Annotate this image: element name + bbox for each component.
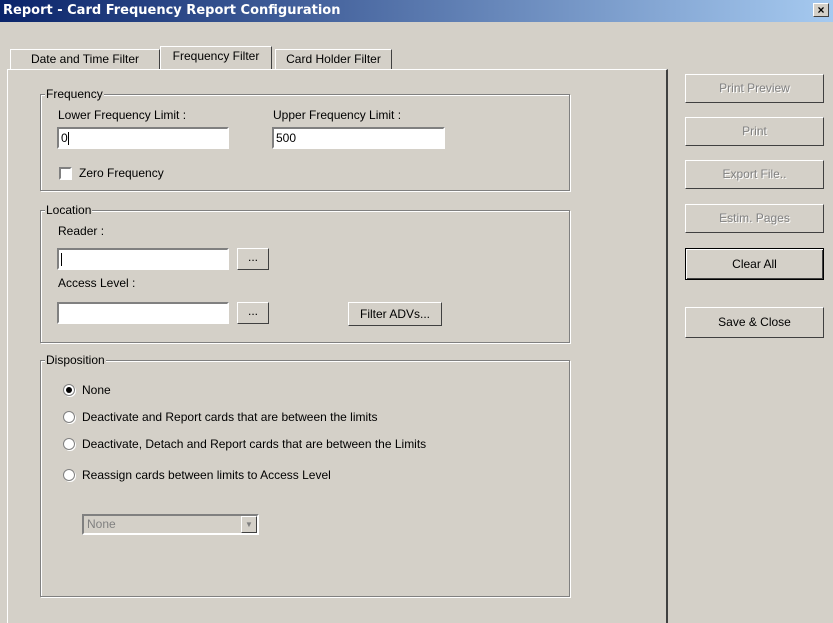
reader-label: Reader : xyxy=(58,224,105,238)
window-title: Report - Card Frequency Report Configura… xyxy=(3,3,341,18)
chevron-down-icon[interactable]: ▼ xyxy=(241,516,257,533)
lower-frequency-input[interactable]: 0 xyxy=(57,127,229,149)
close-button[interactable]: × xyxy=(813,3,829,17)
print-preview-label: Print Preview xyxy=(719,81,790,95)
disposition-none-radio[interactable] xyxy=(63,384,75,396)
tab-card-holder-filter[interactable]: Card Holder Filter xyxy=(275,49,392,69)
ellipsis-icon: ... xyxy=(247,304,258,318)
close-icon: × xyxy=(817,3,825,17)
export-file-button[interactable]: Export File.. xyxy=(685,160,824,189)
title-bar: Report - Card Frequency Report Configura… xyxy=(0,0,833,22)
dropdown-arrow-glyph: ▼ xyxy=(245,520,253,529)
estim-pages-button[interactable]: Estim. Pages xyxy=(685,204,824,233)
clear-all-label: Clear All xyxy=(732,257,777,271)
upper-frequency-input[interactable]: 500 xyxy=(272,127,445,149)
location-group-title: Location xyxy=(45,203,93,217)
print-button[interactable]: Print xyxy=(685,117,824,146)
access-level-select-value: None xyxy=(87,517,116,531)
access-level-browse-button[interactable]: ... xyxy=(237,302,269,324)
reader-browse-button[interactable]: ... xyxy=(237,248,269,270)
tab-date-time-filter[interactable]: Date and Time Filter xyxy=(10,49,160,69)
tab-frequency-filter[interactable]: Frequency Filter xyxy=(160,46,272,69)
access-level-label: Access Level : xyxy=(58,276,136,290)
save-close-button[interactable]: Save & Close xyxy=(685,307,824,338)
disposition-reassign-label[interactable]: Reassign cards between limits to Access … xyxy=(82,468,331,482)
print-label: Print xyxy=(742,124,767,138)
zero-frequency-label[interactable]: Zero Frequency xyxy=(79,166,164,180)
text-caret xyxy=(61,253,62,267)
text-caret xyxy=(67,132,69,146)
disposition-none-label[interactable]: None xyxy=(82,383,111,397)
disposition-deactivate-detach-label[interactable]: Deactivate, Detach and Report cards that… xyxy=(82,437,426,451)
print-preview-button[interactable]: Print Preview xyxy=(685,74,824,103)
export-file-label: Export File.. xyxy=(722,167,787,181)
reader-input[interactable] xyxy=(57,248,229,270)
lower-frequency-label: Lower Frequency Limit : xyxy=(58,108,187,122)
disposition-deactivate-detach-radio[interactable] xyxy=(63,438,75,450)
frequency-filter-panel: Frequency Lower Frequency Limit : 0 Uppe… xyxy=(7,69,668,623)
filter-advs-label: Filter ADVs... xyxy=(359,307,430,321)
tab-label: Date and Time Filter xyxy=(30,52,140,66)
radio-selected-dot xyxy=(66,387,72,393)
disposition-group-title: Disposition xyxy=(45,353,106,367)
access-level-input[interactable] xyxy=(57,302,229,324)
upper-frequency-label: Upper Frequency Limit : xyxy=(273,108,402,122)
tab-label: Frequency Filter xyxy=(172,49,260,63)
lower-frequency-value: 0 xyxy=(61,131,68,145)
access-level-select[interactable]: None ▼ xyxy=(82,514,259,535)
disposition-deactivate-report-radio[interactable] xyxy=(63,411,75,423)
zero-frequency-checkbox[interactable] xyxy=(59,167,72,180)
clear-all-button[interactable]: Clear All xyxy=(685,248,824,280)
disposition-deactivate-report-label[interactable]: Deactivate and Report cards that are bet… xyxy=(82,410,378,424)
disposition-reassign-radio[interactable] xyxy=(63,469,75,481)
frequency-group-title: Frequency xyxy=(45,87,104,101)
filter-advs-button[interactable]: Filter ADVs... xyxy=(348,302,442,326)
ellipsis-icon: ... xyxy=(247,250,258,264)
save-close-label: Save & Close xyxy=(718,315,791,329)
upper-frequency-value: 500 xyxy=(276,131,297,145)
tab-label: Card Holder Filter xyxy=(286,52,381,66)
estim-pages-label: Estim. Pages xyxy=(719,211,790,225)
